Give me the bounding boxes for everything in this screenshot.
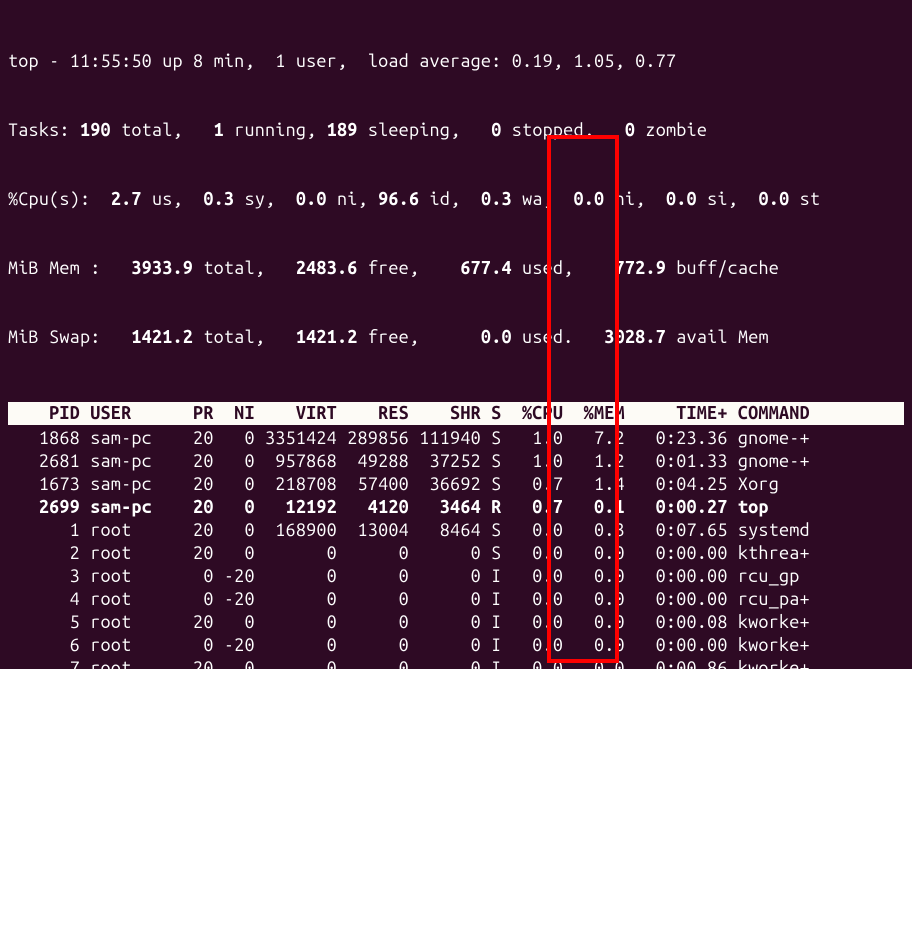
process-row[interactable]: 18 root 20 0 0 0 0 I 0.0 0.0 0:00.00 net… <box>8 910 904 933</box>
process-row[interactable]: 17 root 20 0 0 0 0 S 0.0 0.0 0:00.00 kde… <box>8 887 904 910</box>
process-row[interactable]: 8 root 20 0 0 0 0 I 0.0 0.0 0:00.15 kwor… <box>8 680 904 703</box>
column-header[interactable]: PID USER PR NI VIRT RES SHR S %CPU %MEM … <box>8 402 904 425</box>
mem-line: MiB Mem : 3933.9 total, 2483.6 free, 677… <box>8 257 904 280</box>
process-row[interactable]: 7 root 20 0 0 0 0 I 0.0 0.0 0:00.86 kwor… <box>8 657 904 680</box>
summary-area: top - 11:55:50 up 8 min, 1 user, load av… <box>8 4 904 396</box>
cpu-line: %Cpu(s): 2.7 us, 0.3 sy, 0.0 ni, 96.6 id… <box>8 188 904 211</box>
tasks-line: Tasks: 190 total, 1 running, 189 sleepin… <box>8 119 904 142</box>
process-row[interactable]: 12 root 20 0 0 0 0 S 0.0 0.0 0:00.63 kso… <box>8 772 904 795</box>
process-row[interactable]: 2699 sam-pc 20 0 12192 4120 3464 R 0.7 0… <box>8 496 904 519</box>
process-row[interactable]: 11 root 20 0 0 0 0 S 0.0 0.0 0:00.00 rcu… <box>8 749 904 772</box>
process-row[interactable]: 6 root 0 -20 0 0 0 I 0.0 0.0 0:00.00 kwo… <box>8 634 904 657</box>
process-row[interactable]: 1 root 20 0 168900 13004 8464 S 0.0 0.3 … <box>8 519 904 542</box>
process-row[interactable]: 2681 sam-pc 20 0 957868 49288 37252 S 1.… <box>8 450 904 473</box>
process-row[interactable]: 13 root 20 0 0 0 0 I 0.0 0.0 0:01.39 rcu… <box>8 795 904 818</box>
process-row[interactable]: 14 root rt 0 0 0 0 S 0.0 0.0 0:00.01 mig… <box>8 818 904 841</box>
process-list[interactable]: 1868 sam-pc 20 0 3351424 289856 111940 S… <box>8 427 904 933</box>
process-row[interactable]: 9 root 0 -20 0 0 0 I 0.0 0.0 0:00.00 mm_… <box>8 703 904 726</box>
process-row[interactable]: 1868 sam-pc 20 0 3351424 289856 111940 S… <box>8 427 904 450</box>
process-row[interactable]: 4 root 0 -20 0 0 0 I 0.0 0.0 0:00.00 rcu… <box>8 588 904 611</box>
process-row[interactable]: 2 root 20 0 0 0 0 S 0.0 0.0 0:00.00 kthr… <box>8 542 904 565</box>
process-row[interactable]: 5 root 20 0 0 0 0 I 0.0 0.0 0:00.08 kwor… <box>8 611 904 634</box>
process-row[interactable]: 10 root 20 0 0 0 0 S 0.0 0.0 0:00.00 rcu… <box>8 726 904 749</box>
process-row[interactable]: 3 root 0 -20 0 0 0 I 0.0 0.0 0:00.00 rcu… <box>8 565 904 588</box>
swap-line: MiB Swap: 1421.2 total, 1421.2 free, 0.0… <box>8 326 904 349</box>
uptime-line: top - 11:55:50 up 8 min, 1 user, load av… <box>8 50 904 73</box>
process-row[interactable]: 1673 sam-pc 20 0 218708 57400 36692 S 0.… <box>8 473 904 496</box>
terminal: { "header": { "line1_prefix": "top - ", … <box>0 0 912 669</box>
process-row[interactable]: 16 root 20 0 0 0 0 S 0.0 0.0 0:00.00 cpu… <box>8 864 904 887</box>
process-row[interactable]: 15 root -51 0 0 0 0 S 0.0 0.0 0:00.00 id… <box>8 841 904 864</box>
